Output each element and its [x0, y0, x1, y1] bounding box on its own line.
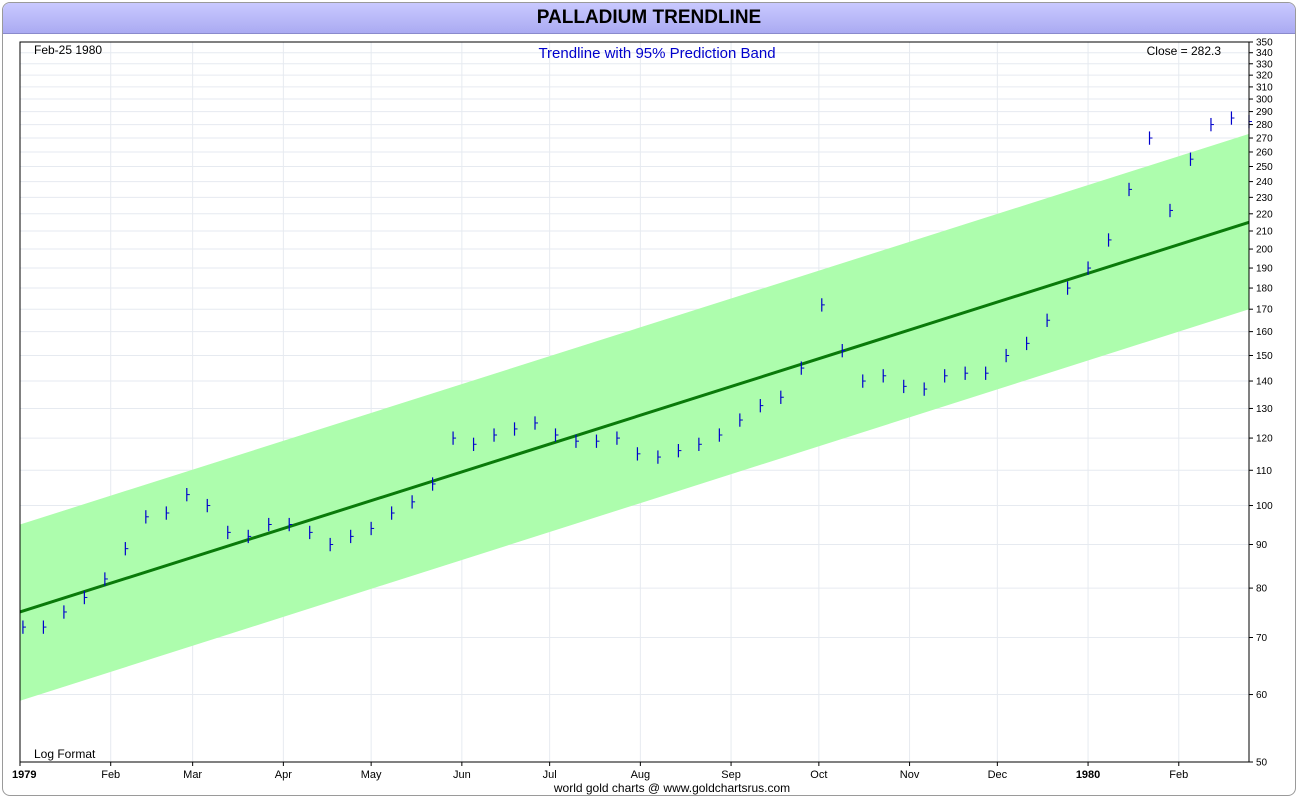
x-tick-label: Jun	[453, 769, 471, 781]
x-tick-label: Sep	[721, 769, 741, 781]
y-tick-label: 70	[1256, 633, 1268, 644]
y-tick-label: 170	[1256, 305, 1273, 316]
palladium-chart: 50 60 70 80 90 100 110 120 130 140 150 160 170 180 190…	[12, 38, 1273, 796]
chart-subtitle: Trendline with 95% Prediction Band	[538, 45, 775, 62]
scale-label: Log Format	[34, 747, 96, 761]
y-tick-label: 110	[1256, 466, 1272, 477]
y-tick-label: 160	[1256, 327, 1273, 338]
y-tick-label: 140	[1256, 377, 1273, 388]
trendline	[19, 220, 1250, 614]
footer-credit: world gold charts @ www.goldchartsrus.co…	[553, 781, 790, 795]
y-tick-label: 90	[1256, 540, 1268, 551]
y-tick-label: 210	[1256, 227, 1273, 238]
y-tick-label: 130	[1256, 404, 1273, 415]
y-tick-label: 280	[1256, 120, 1273, 131]
y-tick-label: 60	[1256, 690, 1268, 701]
y-tick-label: 120	[1256, 434, 1273, 445]
x-tick-label: 1979	[12, 769, 36, 781]
date-label: Feb-25 1980	[34, 43, 102, 57]
y-tick-label: 320	[1256, 71, 1273, 82]
y-tick-label: 300	[1256, 95, 1273, 106]
x-tick-label: Nov	[900, 769, 920, 781]
x-tick-label: Aug	[631, 769, 651, 781]
y-tick-label: 220	[1256, 209, 1273, 220]
y-tick-label: 250	[1256, 162, 1273, 173]
x-tick-label: Jul	[543, 769, 557, 781]
x-axis: 1979 Feb Mar Apr May Jun Jul Aug Sep Oct Nov Dec 198…	[12, 762, 1188, 781]
y-tick-label: 200	[1256, 245, 1273, 256]
x-tick-label: 1980	[1076, 769, 1100, 781]
x-tick-label: Dec	[988, 769, 1008, 781]
x-tick-label: Feb	[101, 769, 120, 781]
x-tick-label: May	[361, 769, 382, 781]
y-tick-label: 80	[1256, 584, 1268, 595]
y-tick-label: 330	[1256, 59, 1273, 70]
x-tick-label: Mar	[183, 769, 202, 781]
x-tick-label: Feb	[1169, 769, 1188, 781]
y-tick-label: 100	[1256, 501, 1273, 512]
y-tick-label: 350	[1256, 38, 1273, 49]
y-tick-label: 240	[1256, 177, 1273, 188]
close-label: Close = 282.3	[1147, 44, 1222, 58]
x-tick-label: Oct	[810, 769, 827, 781]
y-tick-label: 150	[1256, 351, 1273, 362]
x-tick-label: Apr	[275, 769, 292, 781]
y-tick-label: 310	[1256, 82, 1273, 93]
y-tick-label: 260	[1256, 147, 1273, 158]
y-tick-label: 340	[1256, 48, 1273, 59]
y-tick-label: 190	[1256, 264, 1273, 275]
y-tick-label: 180	[1256, 284, 1273, 295]
y-tick-label: 230	[1256, 193, 1273, 204]
y-axis: 50 60 70 80 90 100 110 120 130 140 150 160 170 180 190…	[1249, 38, 1273, 769]
y-tick-label: 290	[1256, 107, 1273, 118]
y-tick-label: 270	[1256, 134, 1273, 145]
y-tick-label: 50	[1256, 758, 1268, 769]
